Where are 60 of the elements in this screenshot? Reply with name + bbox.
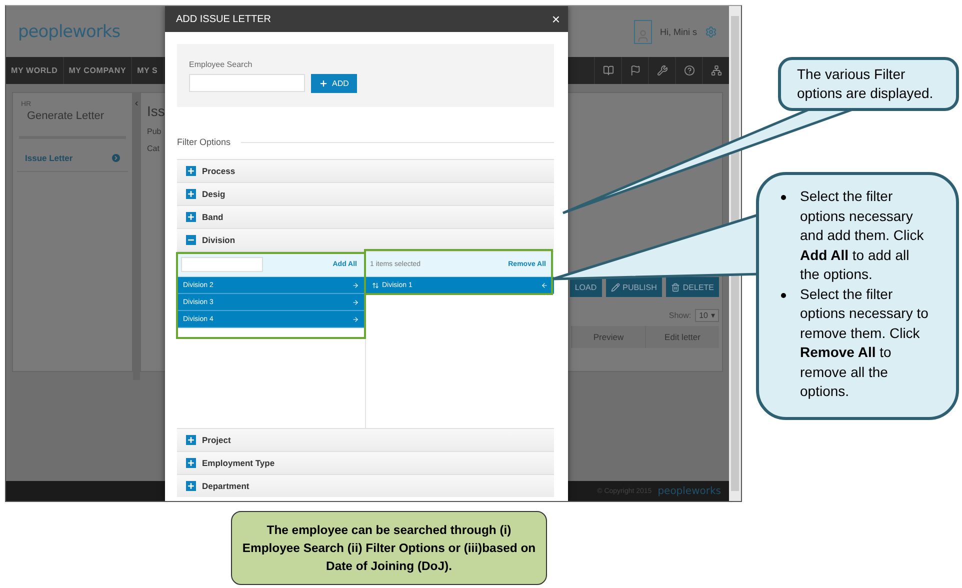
column-header: Preview (571, 326, 645, 348)
field-label: Cat (147, 144, 160, 153)
filter-accordion-header[interactable]: Division (177, 228, 554, 251)
dialog-title: ADD ISSUE LETTER (176, 14, 272, 24)
callout-bullet-text: Select the filter options necessary and add them. Click Add All to add all the options. (800, 187, 925, 284)
arrow-left-icon (541, 282, 548, 288)
chevron-circle-icon (112, 154, 120, 162)
drag-handle-icon (372, 282, 379, 288)
employee-search-field[interactable] (189, 74, 305, 92)
filter-label: Band (202, 212, 224, 222)
filter-label: Department (202, 481, 250, 491)
filter-accordion-header[interactable]: Employment Type (177, 451, 554, 474)
nav-item[interactable]: MY S (132, 57, 164, 84)
plus-icon (319, 79, 328, 88)
filter-label: Division (202, 235, 236, 245)
field-label: Pub (147, 127, 162, 136)
arrow-right-icon (352, 316, 359, 322)
footer-logo: peopleworks (658, 486, 721, 496)
sidebar-item[interactable]: Issue Letter (17, 139, 128, 172)
callout-text: The various Filter options are displayed. (797, 65, 934, 103)
bullet-icon (781, 195, 786, 200)
filter-label: Process (202, 166, 236, 176)
field-label: Employee Search (189, 60, 254, 69)
nav-item[interactable]: MY COMPANY (64, 57, 132, 84)
page-size-select[interactable]: 10 ▾ (695, 309, 719, 322)
trash-icon (670, 282, 680, 292)
filter-label: Employment Type (202, 458, 275, 468)
filter-label: Desig (202, 189, 226, 199)
column-header: Edit letter (645, 326, 719, 348)
add-button[interactable]: ADD (311, 74, 357, 93)
filter-label: Project (202, 435, 231, 445)
plus-icon (186, 435, 196, 445)
plus-icon (186, 458, 196, 468)
filter-accordion-header[interactable]: Project (177, 428, 554, 451)
filter-search-field[interactable] (181, 256, 263, 272)
arrow-right-icon (352, 282, 359, 288)
filter-accordion-header[interactable]: Process (177, 159, 554, 182)
delete-button[interactable]: DELETE (666, 277, 719, 297)
page-heading: Iss (147, 103, 166, 119)
user-greeting: Hi, Mini s (660, 26, 697, 36)
sidebar-title: Generate Letter (19, 108, 126, 139)
note-box: The employee can be searched through (i) Employee Search (ii) Filter Options or (iii)based on Date of Joining (DoJ). (231, 511, 547, 585)
callout-bullet-text: Select the filter options necessary to remove them. Click Remove All to remove all the options. (800, 284, 930, 401)
plus-icon (186, 212, 196, 222)
arrow-right-icon (352, 298, 359, 306)
filter-accordion-header[interactable]: Desig (177, 182, 554, 205)
nav-item[interactable]: MY WORLD (6, 57, 64, 84)
collapse-handle[interactable] (133, 92, 140, 380)
bullet-icon (781, 292, 786, 298)
close-button[interactable]: × (552, 11, 560, 27)
plus-icon (186, 189, 196, 199)
app-logo: peopleworks (18, 22, 120, 42)
section-title: Filter Options (177, 137, 231, 147)
filter-accordion-header[interactable]: Band (177, 205, 554, 228)
plus-icon (186, 481, 196, 491)
pencil-icon (610, 282, 620, 292)
plus-icon (186, 166, 196, 176)
publish-button[interactable]: PUBLISH (606, 277, 662, 297)
filter-accordion-header[interactable]: Department (177, 474, 554, 497)
minus-icon (186, 235, 196, 245)
